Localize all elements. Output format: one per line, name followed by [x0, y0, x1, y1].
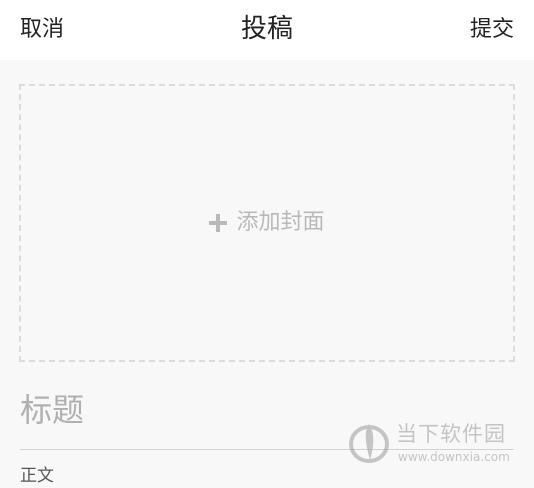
watermark-logo-icon [349, 424, 389, 463]
add-cover-content: 添加封面 [209, 209, 325, 237]
submit-button[interactable]: 提交 [470, 14, 514, 46]
watermark-name: 当下软件园 [396, 422, 506, 446]
watermark: 当下软件园 www.downxia.com [348, 418, 518, 468]
top-bar: 取消 投稿 提交 [0, 0, 534, 60]
body-label: 正文 [20, 466, 54, 486]
plus-icon [209, 214, 228, 232]
add-cover-button[interactable]: 添加封面 [19, 84, 515, 362]
watermark-url: www.downxia.com [398, 450, 510, 464]
page-title: 投稿 [240, 14, 293, 44]
add-cover-label: 添加封面 [236, 210, 325, 235]
